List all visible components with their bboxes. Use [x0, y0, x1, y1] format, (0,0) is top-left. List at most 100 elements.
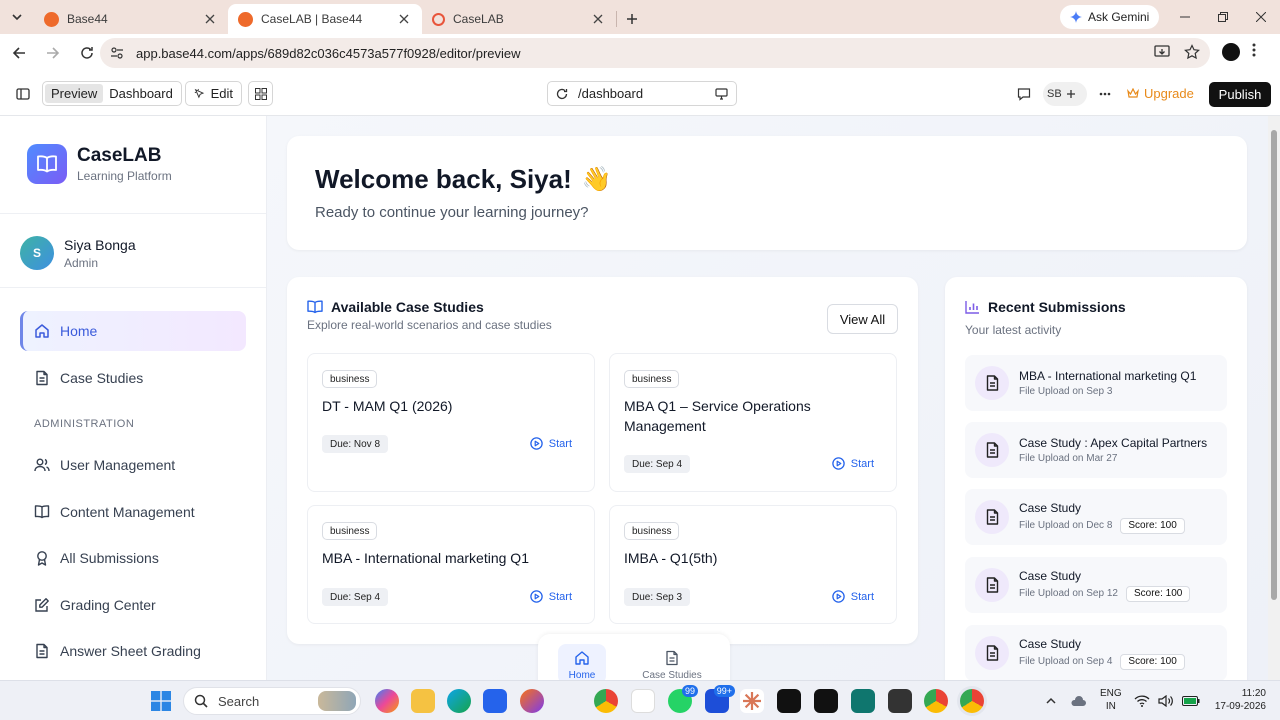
new-tab-plus-icon[interactable]: [617, 4, 647, 34]
firefox-icon[interactable]: [520, 689, 544, 713]
route-selector[interactable]: /dashboard: [547, 81, 737, 106]
sidebar-item-case-studies[interactable]: Case Studies: [20, 358, 246, 398]
bottom-nav-home[interactable]: Home: [558, 644, 606, 680]
add-collaborator-icon[interactable]: [1066, 89, 1076, 99]
url-text: app.base44.com/apps/689d82c036c4573a577f…: [136, 45, 521, 61]
whatsapp-icon[interactable]: 99: [668, 685, 698, 713]
sidebar-item-label: Case Studies: [60, 370, 144, 386]
apps-grid-button[interactable]: [248, 81, 273, 106]
battery-icon[interactable]: [1182, 681, 1200, 720]
sidebar-item-answer-sheet-grading[interactable]: Answer Sheet Grading: [20, 631, 246, 671]
upgrade-button[interactable]: Upgrade: [1127, 86, 1194, 101]
user-profile[interactable]: S Siya Bonga Admin: [20, 236, 136, 270]
taskbar-clock[interactable]: 11:20 17-09-2026: [1212, 687, 1266, 713]
base44-favicon-icon: [44, 11, 59, 27]
microsoft-store-icon[interactable]: [483, 689, 507, 713]
due-date-badge: Due: Sep 3: [624, 588, 691, 606]
sidebar-item-grading-center[interactable]: Grading Center: [20, 585, 246, 625]
edit-button[interactable]: Edit: [185, 81, 242, 106]
collaborators-chip[interactable]: SB: [1043, 82, 1087, 106]
chat-icon[interactable]: [1017, 87, 1031, 101]
sidebar-item-all-submissions[interactable]: All Submissions: [20, 538, 246, 578]
list-item[interactable]: MBA - International marketing Q1 File Up…: [965, 355, 1227, 411]
list-item[interactable]: Case Study File Upload on Sep 12 Score: …: [965, 557, 1227, 613]
wifi-icon[interactable]: [1134, 681, 1150, 720]
close-window-icon[interactable]: [1242, 0, 1280, 34]
chrome-profile-icon[interactable]: [924, 689, 948, 713]
case-studies-panel: Available Case Studies Explore real-worl…: [287, 277, 918, 644]
case-study-card[interactable]: business MBA Q1 – Service Operations Man…: [609, 353, 897, 492]
install-app-icon[interactable]: [1154, 44, 1170, 60]
close-tab-icon[interactable]: [396, 11, 412, 27]
dashboard-tab[interactable]: Dashboard: [103, 84, 179, 103]
sidebar-item-user-management[interactable]: User Management: [20, 445, 246, 485]
bottom-nav-case-studies[interactable]: Case Studies: [642, 644, 702, 680]
language-indicator[interactable]: ENG IN: [1100, 687, 1122, 713]
sidebar-item-label: Content Management: [60, 504, 195, 520]
list-item[interactable]: Case Study : Apex Capital Partners File …: [965, 422, 1227, 478]
profile-avatar-icon[interactable]: [1222, 43, 1240, 61]
weather-icon[interactable]: [1070, 681, 1086, 720]
file-explorer-icon[interactable]: [411, 689, 435, 713]
minimize-window-icon[interactable]: [1166, 0, 1204, 34]
close-tab-icon[interactable]: [202, 11, 218, 27]
preview-tab[interactable]: Preview: [45, 84, 104, 103]
sidebar-item-home[interactable]: Home: [20, 311, 246, 351]
page-scrollbar[interactable]: [1268, 116, 1280, 680]
browser-tab-1[interactable]: Base44: [34, 4, 228, 34]
url-omnibox[interactable]: app.base44.com/apps/689d82c036c4573a577f…: [100, 38, 1210, 68]
reload-icon[interactable]: [72, 38, 102, 68]
toggle-sidebar-icon[interactable]: [16, 87, 30, 101]
edge-browser-icon[interactable]: [447, 689, 471, 713]
search-highlight-image-icon: [318, 691, 356, 711]
submission-meta: File Upload on Sep 4: [1019, 656, 1113, 667]
start-button[interactable]: Start: [832, 457, 874, 470]
publish-button[interactable]: Publish: [1209, 82, 1271, 107]
tab-search-chevron-icon[interactable]: [0, 0, 34, 34]
tray-chevron-up-icon[interactable]: [1045, 681, 1057, 720]
mail-icon[interactable]: 99+: [705, 685, 735, 713]
app-icon[interactable]: [851, 689, 875, 713]
recent-submissions-title: Recent Submissions: [988, 299, 1126, 315]
bookmark-star-icon[interactable]: [1184, 44, 1200, 60]
back-arrow-icon[interactable]: [4, 38, 34, 68]
chrome-active-icon[interactable]: [960, 689, 984, 713]
browser-tab-3[interactable]: CaseLAB: [422, 4, 616, 34]
taskbar-search-box[interactable]: Search: [183, 687, 361, 715]
windows-start-icon[interactable]: [151, 691, 171, 711]
list-item[interactable]: Case Study File Upload on Dec 8 Score: 1…: [965, 489, 1227, 545]
caselab-favicon-icon: [432, 12, 445, 26]
refresh-route-icon[interactable]: [556, 88, 568, 100]
claude-icon[interactable]: [740, 689, 764, 713]
forward-arrow-icon[interactable]: [38, 38, 68, 68]
copilot-icon[interactable]: [375, 689, 399, 713]
case-study-card[interactable]: business DT - MAM Q1 (2026) Due: Nov 8 S…: [307, 353, 595, 492]
view-all-button[interactable]: View All: [827, 304, 898, 334]
book-icon: [34, 505, 50, 519]
start-button[interactable]: Start: [530, 437, 572, 450]
terminal-app-icon[interactable]: [777, 689, 801, 713]
brand-name: CaseLAB: [77, 145, 162, 166]
site-info-icon[interactable]: [110, 46, 124, 60]
maximize-window-icon[interactable]: [1204, 0, 1242, 34]
text-app-icon[interactable]: [888, 689, 912, 713]
amazon-icon[interactable]: [631, 689, 655, 713]
volume-icon[interactable]: [1158, 681, 1174, 720]
chrome-icon[interactable]: [594, 689, 618, 713]
edit-cursor-icon: [194, 88, 205, 99]
device-preview-icon[interactable]: [715, 87, 728, 100]
list-item[interactable]: Case Study File Upload on Sep 4 Score: 1…: [965, 625, 1227, 680]
terminal-app-2-icon[interactable]: [814, 689, 838, 713]
start-button[interactable]: Start: [530, 590, 572, 603]
start-button[interactable]: Start: [832, 590, 874, 603]
more-options-icon[interactable]: [1099, 92, 1111, 96]
browser-tab-2[interactable]: CaseLAB | Base44: [228, 4, 422, 34]
browser-menu-icon[interactable]: [1252, 42, 1256, 58]
scrollbar-thumb[interactable]: [1271, 130, 1277, 600]
case-study-card[interactable]: business IMBA - Q1(5th) Due: Sep 3 Start: [609, 505, 897, 624]
user-role: Admin: [64, 255, 99, 270]
case-study-card[interactable]: business MBA - International marketing Q…: [307, 505, 595, 624]
close-tab-icon[interactable]: [590, 11, 606, 27]
ask-gemini-button[interactable]: Ask Gemini: [1060, 5, 1160, 29]
sidebar-item-content-management[interactable]: Content Management: [20, 492, 246, 532]
